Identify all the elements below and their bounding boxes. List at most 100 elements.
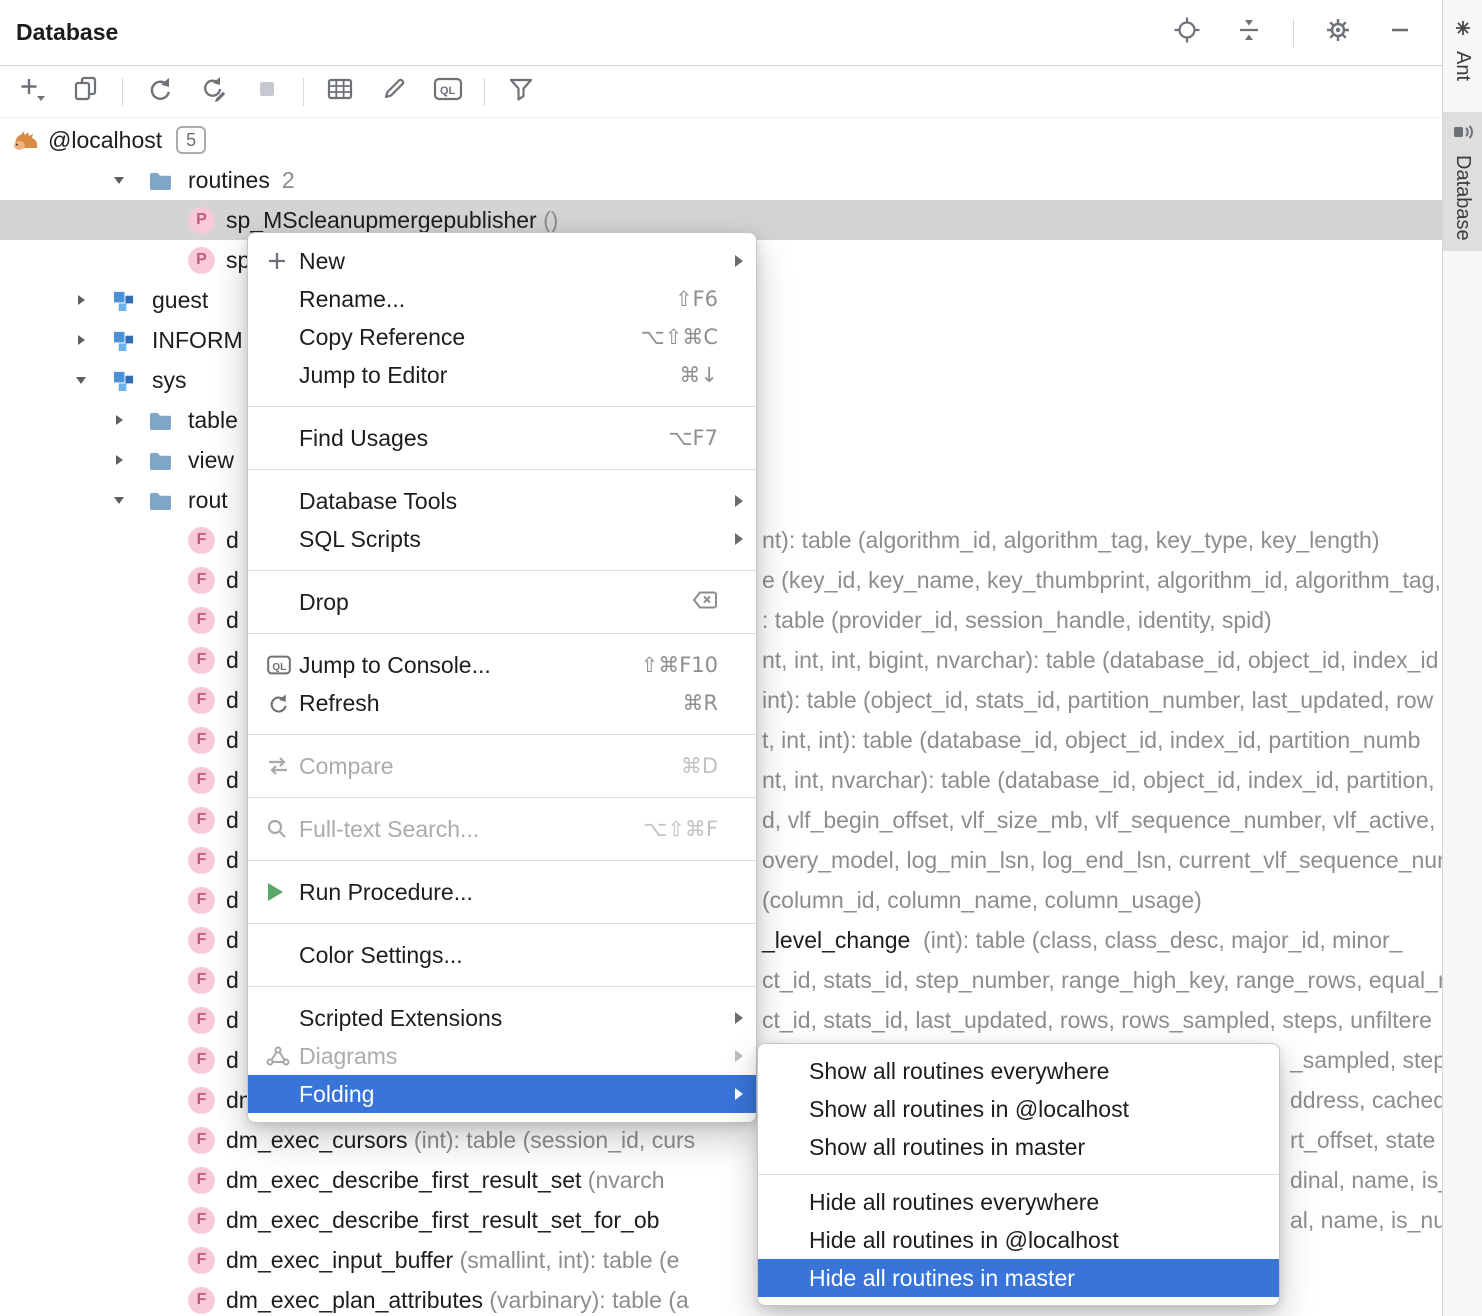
tree-row-label: d <box>226 1000 239 1040</box>
submenu-item-show-all-routines-in-master[interactable]: Show all routines in master <box>758 1128 1279 1166</box>
tree-row-routines[interactable]: routines 2 <box>0 160 1442 200</box>
chevron-expanded-icon[interactable] <box>112 480 126 520</box>
duplicate-button[interactable] <box>64 72 108 112</box>
tree-row-label: @localhost 5 <box>48 120 207 160</box>
tool-strip-tab-ant[interactable]: Ant <box>1443 8 1482 91</box>
menu-item-sql-scripts[interactable]: SQL Scripts <box>248 520 756 558</box>
tree-row-@localhost[interactable]: @localhost 5 <box>0 120 1442 160</box>
submit-button[interactable] <box>191 72 235 112</box>
ant-icon <box>1453 18 1473 43</box>
menu-item-drop[interactable]: Drop <box>248 583 756 621</box>
filter-icon <box>507 75 535 108</box>
clipped-row-text: ct_id, stats_id, step_number, range_high… <box>762 960 1442 1000</box>
item-name: d <box>226 646 239 673</box>
menu-item-refresh[interactable]: Refresh ⌘R <box>248 684 756 722</box>
clipped-row-text: ct_id, stats_id, last_updated, rows, row… <box>762 1000 1432 1040</box>
menu-item-find-usages[interactable]: Find Usages ⌥F7 <box>248 419 756 457</box>
signature-fragment: (int): table (class, class_desc, major_i… <box>910 926 1403 953</box>
tree-row-label: rout <box>188 480 228 520</box>
clipped-row-text: al, name, is_nu <box>1290 1200 1442 1240</box>
menu-item-label: Hide all routines everywhere <box>809 1188 1100 1215</box>
chevron-collapsed-icon[interactable] <box>112 400 126 440</box>
filter-button[interactable] <box>499 72 543 112</box>
schema-icon <box>112 280 135 320</box>
copy-icon <box>72 75 100 108</box>
function-icon: F <box>188 840 215 880</box>
menu-item-copy-reference[interactable]: Copy Reference ⌥⇧⌘C <box>248 318 756 356</box>
tree-row-label: dm_exec_describe_first_result_set (nvarc… <box>226 1160 665 1200</box>
item-name: d <box>226 1006 239 1033</box>
chevron-collapsed-icon[interactable] <box>112 440 126 480</box>
function-icon: F <box>188 880 215 920</box>
clipped-row-text: t, int, int): table (database_id, object… <box>762 720 1420 760</box>
item-name: d <box>226 686 239 713</box>
tree-row-label: d <box>226 600 239 640</box>
menu-item-diagrams[interactable]: Diagrams <box>248 1037 756 1075</box>
menu-separator <box>248 860 756 861</box>
schema-icon <box>112 360 135 400</box>
submenu-item-hide-all-routines-in-master[interactable]: Hide all routines in master <box>758 1259 1279 1297</box>
menu-item-compare[interactable]: Compare ⌘D <box>248 747 756 785</box>
data-view-button[interactable] <box>318 72 362 112</box>
menu-item-new[interactable]: New <box>248 242 756 280</box>
menu-item-label: SQL Scripts <box>299 525 421 552</box>
clipped-row-text: dinal, name, is_ <box>1290 1160 1442 1200</box>
menu-refresh-icon <box>266 692 299 715</box>
refresh-button[interactable] <box>137 72 181 112</box>
menu-item-scripted-extensions[interactable]: Scripted Extensions <box>248 999 756 1037</box>
menu-item-run-procedure[interactable]: Run Procedure... <box>248 873 756 911</box>
function-icon: F <box>188 720 215 760</box>
submenu-item-show-all-routines-in-@localhost[interactable]: Show all routines in @localhost <box>758 1090 1279 1128</box>
tool-strip-tab-database[interactable]: Database <box>1443 112 1482 251</box>
hide-button[interactable] <box>1378 13 1422 53</box>
function-icon: F <box>188 680 215 720</box>
item-name: dm_exec_input_buffer <box>226 1246 454 1273</box>
signature-fragment: dinal, name, is_ <box>1290 1166 1442 1193</box>
function-icon: F <box>188 1040 215 1080</box>
tree-row-label: guest <box>152 280 208 320</box>
menu-item-jump-to-editor[interactable]: Jump to Editor ⌘↓ <box>248 356 756 394</box>
refresh-icon <box>145 75 173 108</box>
item-name: routines <box>188 166 270 193</box>
menu-item-rename[interactable]: Rename... ⇧F6 <box>248 280 756 318</box>
chevron-collapsed-icon[interactable] <box>74 280 88 320</box>
tree-row-label: d <box>226 720 239 760</box>
submenu-item-show-all-routines-everywhere[interactable]: Show all routines everywhere <box>758 1052 1279 1090</box>
child-count: 2 <box>281 166 295 193</box>
chevron-expanded-icon[interactable] <box>74 360 88 400</box>
menu-item-database-tools[interactable]: Database Tools <box>248 482 756 520</box>
menu-shortcut: ⌥F7 <box>668 426 718 450</box>
menu-item-jump-to-console[interactable]: QL Jump to Console... ⇧⌘F10 <box>248 646 756 684</box>
tree-row-label: d <box>226 760 239 800</box>
submenu-item-hide-all-routines-everywhere[interactable]: Hide all routines everywhere <box>758 1183 1279 1221</box>
item-name: d <box>226 966 239 993</box>
titlebar: Database <box>0 0 1442 66</box>
menu-shortcut: ⌘D <box>680 754 718 778</box>
menu-item-color-settings[interactable]: Color Settings... <box>248 936 756 974</box>
settings-button[interactable] <box>1316 13 1360 53</box>
collapse-all-button[interactable] <box>1227 13 1271 53</box>
signature-fragment: ct_id, stats_id, last_updated, rows, row… <box>762 1006 1432 1033</box>
function-icon: F <box>188 600 215 640</box>
signature-fragment: nt, int, nvarchar): table (database_id, … <box>762 766 1435 793</box>
edit-source-button[interactable] <box>372 72 416 112</box>
menu-item-folding[interactable]: Folding <box>248 1075 756 1113</box>
tree-row-label: d <box>226 920 239 960</box>
menu-compare-icon <box>266 756 299 776</box>
toolbar-separator <box>484 77 485 106</box>
clipped-row-text: rt_offset, state <box>1290 1120 1435 1160</box>
chevron-expanded-icon[interactable] <box>112 160 126 200</box>
menu-item-right: ⇧F6 <box>675 287 718 311</box>
add-button[interactable] <box>10 72 54 112</box>
menu-item-full-text-search[interactable]: Full-text Search... ⌥⇧⌘F <box>248 810 756 848</box>
item-name: d <box>226 846 239 873</box>
menu-console-icon: QL <box>266 655 299 675</box>
submenu-arrow-icon <box>728 254 744 268</box>
locate-button[interactable] <box>1165 13 1209 53</box>
stop-button[interactable] <box>245 72 289 112</box>
app-window: { "window": { "title": "Database" }, "ti… <box>0 0 1482 1316</box>
folding-submenu: Show all routines everywhere Show all rou… <box>757 1043 1280 1306</box>
chevron-collapsed-icon[interactable] <box>74 320 88 360</box>
console-button[interactable]: QL <box>426 72 470 112</box>
submenu-item-hide-all-routines-in-@localhost[interactable]: Hide all routines in @localhost <box>758 1221 1279 1259</box>
